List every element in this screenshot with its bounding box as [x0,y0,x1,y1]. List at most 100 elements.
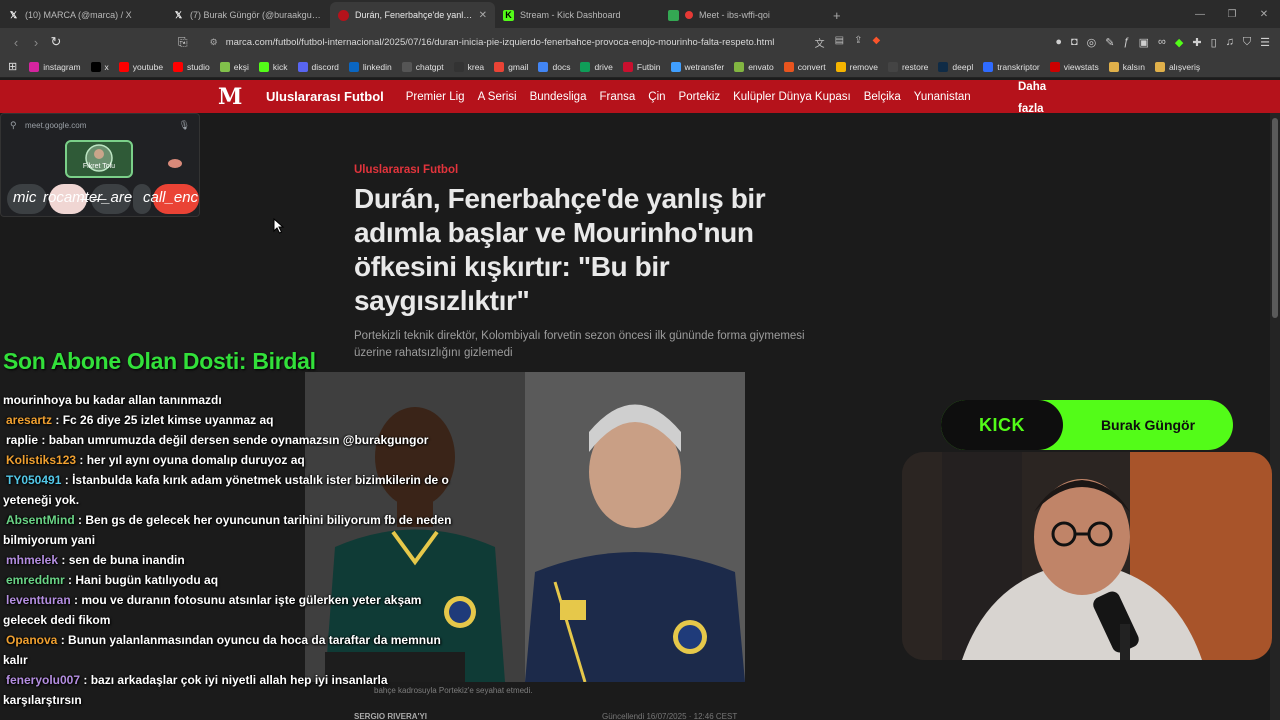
bookmark-chatgpt[interactable]: chatgpt [401,61,444,72]
article-kicker[interactable]: Uluslararası Futbol [354,164,458,176]
bookmark-restore[interactable]: restore [887,61,928,72]
forward-icon[interactable]: › [26,35,46,50]
camera-icon[interactable]: ◘ [1071,36,1078,48]
control-overlay-text: rocam̶te̶r̶_are [43,189,133,206]
bookmark-viewstats[interactable]: viewstats [1049,61,1099,72]
screen: 𝕏 (10) MARCA (@marca) / X 𝕏 (7) Burak Gü… [0,0,1280,720]
marca-logo[interactable]: M [218,86,242,108]
chat-message: mourinhoya bu kadar allan tanınmazdı [3,390,463,410]
new-tab-icon[interactable]: + [833,2,841,28]
chat-text: Fc 26 diye 25 izlet kimse uyanmaz aq [62,413,274,427]
bookmark-label: kalsın [1122,61,1145,72]
bookmark-alışveriş[interactable]: alışveriş [1154,61,1200,72]
bookmark-deepl[interactable]: deepl [938,61,973,72]
chat-message: mhmelek : sen de buna inandin [3,550,463,570]
chat-message: emreddmr : Hani bugün katılıyodu aq [3,570,463,590]
bookmark-remove[interactable]: remove [835,61,878,72]
kick-icon: K [503,9,514,21]
address-bar[interactable]: ⚙ marca.com/futbol/futbol-internacional/… [200,32,920,52]
nav-link[interactable]: Fransa [599,91,635,103]
bookmark-kick[interactable]: kick [258,61,288,72]
bookmark-label: ekşi [233,61,249,72]
chat-message: leventturan : mou ve duranın fotosunu at… [3,590,463,630]
bookmark-wetransfer[interactable]: wetransfer [670,61,724,72]
nav-link[interactable]: Premier Lig [406,91,465,103]
bookmark-youtube[interactable]: youtube [118,61,163,72]
share-icon[interactable]: ⇪ [854,35,862,50]
bookmark-icon[interactable]: ⎘ [178,35,188,50]
latest-subscriber-banner: Son Abone Olan Dosti: Birdal [3,348,316,374]
tab-meet[interactable]: Meet - ibs-wffi-qoi [660,2,825,28]
reload-icon[interactable]: ↻ [46,34,66,50]
chat-separator: : [80,673,91,687]
bookmark-kalsın[interactable]: kalsın [1108,61,1145,72]
bookmark-futbin[interactable]: Futbin [622,61,661,72]
bookmark-transkriptor[interactable]: transkriptor [983,61,1040,72]
vpn-icon[interactable]: ⛉ [1243,36,1251,49]
nav-link[interactable]: Çin [648,91,665,103]
chat-username: emreddmr [6,573,65,587]
site-info-icon[interactable]: ⚙ [210,37,218,48]
extension-icon[interactable]: ▣ [1139,36,1149,49]
chat-username: aresartz [6,413,53,427]
tab-kick-dashboard[interactable]: K Stream - Kick Dashboard [495,2,660,28]
bookmark-ekşi[interactable]: ekşi [219,61,249,72]
minimize-icon[interactable]: — [1184,9,1216,20]
bookmark-krea[interactable]: krea [453,61,484,72]
chat-message: TY050491 : İstanbulda kafa kırık adam yö… [3,470,463,510]
bookmark-favicon-icon [453,61,464,72]
participant-tile[interactable]: Fikret Tolu [65,140,133,178]
reader-icon[interactable]: ▤ [835,35,844,50]
nav-link[interactable]: Yunanistan [914,91,971,103]
bookmark-envato[interactable]: envato [734,61,774,72]
bookmark-favicon-icon [983,61,994,72]
bookmark-discord[interactable]: discord [297,61,339,72]
extension-icon[interactable]: ◆ [1175,36,1183,49]
extension-icon[interactable]: ◎ [1087,36,1097,49]
extension-icon[interactable]: ∞ [1158,36,1166,48]
section-title[interactable]: Uluslararası Futbol [266,89,384,104]
bookmark-x[interactable]: x [90,61,109,72]
bookmark-favicon-icon [1049,61,1060,72]
window-controls: — ❐ ✕ [1184,0,1280,28]
tab-marca-x[interactable]: 𝕏 (10) MARCA (@marca) / X [0,2,165,28]
tab-burak-x[interactable]: 𝕏 (7) Burak Güngör (@buraakgungor) / [165,2,330,28]
bookmark-convert[interactable]: convert [783,61,826,72]
apps-icon[interactable]: ⊞ [8,60,17,73]
pip-settings-icon[interactable]: ⚲ [10,120,17,131]
brave-shield-icon[interactable]: ◆ [872,35,880,50]
bookmark-gmail[interactable]: gmail [494,61,528,72]
bookmark-drive[interactable]: drive [580,61,613,72]
nav-link[interactable]: Portekiz [679,91,721,103]
bookmark-linkedin[interactable]: linkedin [348,61,392,72]
participant-name: Fikret Tolu [82,163,116,170]
bookmark-studio[interactable]: studio [173,61,210,72]
puzzle-icon[interactable]: ✚ [1192,36,1201,49]
close-tab-icon[interactable]: ✕ [479,10,487,21]
bookmark-favicon-icon [580,61,591,72]
sidebar-icon[interactable]: ▯ [1211,36,1217,49]
bookmark-instagram[interactable]: instagram [29,61,81,72]
translate-icon[interactable]: 文 [815,35,825,50]
nav-link[interactable]: Belçika [864,91,901,103]
scrollbar-thumb[interactable] [1272,118,1278,318]
tab-marca-article[interactable]: Durán, Fenerbahçe'de yanlış bir ✕ [330,2,495,28]
chat-text: baban umrumuzda değil dersen sende oynam… [48,433,429,447]
extension-icon[interactable]: ● [1055,36,1062,48]
kick-logo-area: KICK [941,400,1063,450]
bookmark-docs[interactable]: docs [538,61,570,72]
nav-link[interactable]: Bundesliga [530,91,587,103]
pen-icon[interactable]: ✎ [1105,36,1114,49]
streamer-name: Burak Güngör [1100,417,1196,433]
meet-domain: meet.google.com [25,121,87,130]
article-byline[interactable]: SERGIO RIVERA'YI [354,712,427,720]
back-icon[interactable]: ‹ [6,35,26,50]
extension-icon[interactable]: ƒ [1124,36,1130,48]
music-icon[interactable]: ♫ [1226,36,1234,48]
nav-link[interactable]: Kulüpler Dünya Kupası [733,91,851,103]
menu-icon[interactable]: ☰ [1260,36,1270,49]
nav-link[interactable]: A Serisi [478,91,517,103]
close-window-icon[interactable]: ✕ [1248,9,1280,20]
meet-pip-window[interactable]: ⚲ meet.google.com 🎙 Fikret Tolu mic roca… [0,113,200,217]
restore-icon[interactable]: ❐ [1216,9,1248,20]
